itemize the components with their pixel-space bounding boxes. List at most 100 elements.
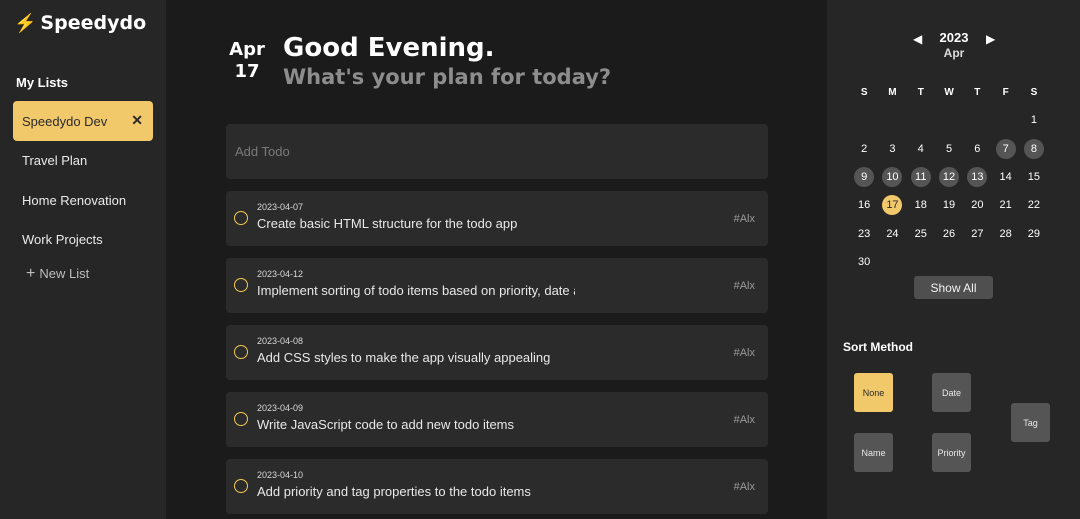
calendar-day-number: 26 bbox=[942, 227, 956, 240]
sort-tag-button[interactable]: Tag bbox=[1011, 403, 1050, 442]
weekday-label: M bbox=[888, 86, 897, 98]
calendar-day-number: 20 bbox=[971, 199, 984, 212]
todo-item[interactable]: 2023-04-08 Add CSS styles to make the ap… bbox=[226, 325, 768, 380]
calendar-day-number: 10 bbox=[882, 167, 903, 188]
calendar-day-number: 1 bbox=[1030, 114, 1037, 127]
calendar-day[interactable]: 18 bbox=[907, 191, 935, 219]
greeting: Good Evening. What's your plan for today… bbox=[283, 33, 611, 91]
todo-tag: #Alx bbox=[733, 481, 755, 493]
todo-tag: #Alx bbox=[733, 280, 755, 292]
calendar-day[interactable]: 3 bbox=[878, 135, 906, 163]
calendar-day[interactable]: 22 bbox=[1020, 191, 1048, 219]
calendar-day-number: 9 bbox=[854, 167, 875, 188]
calendar-day[interactable]: 4 bbox=[907, 135, 935, 163]
sidebar-item-work-projects[interactable]: Work Projects bbox=[13, 219, 153, 259]
calendar-day[interactable]: 13 bbox=[963, 163, 991, 191]
todo-date: 2023-04-08 bbox=[257, 336, 304, 346]
calendar-day-number: 7 bbox=[995, 138, 1016, 159]
todo-item[interactable]: 2023-04-10 Add priority and tag properti… bbox=[226, 459, 768, 514]
calendar-day[interactable]: 7 bbox=[991, 135, 1019, 163]
add-todo-input[interactable] bbox=[226, 124, 768, 179]
sidebar-item-label: Travel Plan bbox=[22, 152, 88, 168]
checkbox-circle-icon[interactable] bbox=[234, 412, 248, 426]
calendar-day[interactable]: 30 bbox=[850, 248, 878, 276]
sort-none-button[interactable]: None bbox=[854, 373, 893, 412]
todo-text: Implement sorting of todo items based on… bbox=[257, 283, 575, 298]
calendar-day-today[interactable]: 17 bbox=[878, 191, 906, 219]
calendar-day-number: 4 bbox=[917, 142, 924, 155]
calendar-empty-cell bbox=[1020, 248, 1048, 276]
calendar-day[interactable]: 10 bbox=[878, 163, 906, 191]
calendar-day[interactable]: 2 bbox=[850, 135, 878, 163]
checkbox-circle-icon[interactable] bbox=[234, 211, 248, 225]
show-all-button[interactable]: Show All bbox=[914, 276, 993, 299]
new-list-label: New List bbox=[39, 266, 90, 281]
calendar-day[interactable]: 8 bbox=[1020, 135, 1048, 163]
new-list-button[interactable]: + New List bbox=[26, 265, 90, 281]
calendar-day-number: 21 bbox=[999, 199, 1012, 212]
calendar-day[interactable]: 9 bbox=[850, 163, 878, 191]
checkbox-circle-icon[interactable] bbox=[234, 479, 248, 493]
calendar-day[interactable]: 19 bbox=[935, 191, 963, 219]
sort-date-button[interactable]: Date bbox=[932, 373, 971, 412]
calendar-day[interactable]: 15 bbox=[1020, 163, 1048, 191]
lightning-icon: ⚡ bbox=[14, 13, 37, 33]
todo-date: 2023-04-07 bbox=[257, 202, 304, 212]
calendar-day[interactable]: 28 bbox=[991, 219, 1019, 247]
date-day: 17 bbox=[234, 61, 260, 82]
calendar-day[interactable]: 26 bbox=[935, 219, 963, 247]
close-icon[interactable]: ✕ bbox=[131, 112, 143, 129]
weekday-label: S bbox=[1030, 86, 1038, 98]
calendar-day-number: 12 bbox=[939, 167, 960, 188]
calendar-month: Apr bbox=[943, 46, 965, 60]
sidebar-item-travel-plan[interactable]: Travel Plan bbox=[13, 140, 153, 180]
calendar-empty-cell bbox=[963, 106, 991, 134]
sidebar-item-home-renovation[interactable]: Home Renovation bbox=[13, 180, 153, 220]
calendar-day[interactable]: 5 bbox=[935, 135, 963, 163]
calendar-empty-cell bbox=[991, 248, 1019, 276]
calendar-day-number: 5 bbox=[945, 142, 953, 155]
calendar-empty-cell bbox=[907, 248, 935, 276]
calendar-day[interactable]: 21 bbox=[991, 191, 1019, 219]
calendar-day[interactable]: 25 bbox=[907, 219, 935, 247]
sidebar-item-speedydo-dev[interactable]: Speedydo Dev ✕ bbox=[13, 101, 153, 141]
calendar-day-number: 29 bbox=[1027, 227, 1041, 240]
todo-item[interactable]: 2023-04-07 Create basic HTML structure f… bbox=[226, 191, 768, 246]
sort-priority-button[interactable]: Priority bbox=[932, 433, 971, 472]
calendar-day[interactable]: 20 bbox=[963, 191, 991, 219]
calendar-day[interactable]: 29 bbox=[1020, 219, 1048, 247]
current-date: Apr 17 bbox=[228, 40, 266, 84]
calendar-day-number: 27 bbox=[971, 227, 984, 240]
calendar-day[interactable]: 11 bbox=[907, 163, 935, 191]
todo-item[interactable]: 2023-04-09 Write JavaScript code to add … bbox=[226, 392, 768, 447]
calendar-day[interactable]: 27 bbox=[963, 219, 991, 247]
prev-month-icon[interactable]: ◀ bbox=[913, 32, 922, 46]
todo-date: 2023-04-10 bbox=[257, 470, 304, 480]
calendar-day-number: 13 bbox=[967, 167, 988, 188]
checkbox-circle-icon[interactable] bbox=[234, 278, 248, 292]
sort-method-heading: Sort Method bbox=[843, 340, 913, 354]
calendar-day[interactable]: 16 bbox=[850, 191, 878, 219]
todo-text: Add CSS styles to make the app visually … bbox=[257, 350, 551, 365]
sort-name-button[interactable]: Name bbox=[854, 433, 893, 472]
todo-item[interactable]: 2023-04-12 Implement sorting of todo ite… bbox=[226, 258, 768, 313]
calendar-day[interactable]: 6 bbox=[963, 135, 991, 163]
calendar-day-number: 8 bbox=[1023, 138, 1044, 159]
checkbox-circle-icon[interactable] bbox=[234, 345, 248, 359]
calendar-day-number: 19 bbox=[942, 199, 956, 212]
todo-tag: #Alx bbox=[733, 347, 755, 359]
calendar-day[interactable]: 12 bbox=[935, 163, 963, 191]
calendar-day-number: 25 bbox=[914, 227, 927, 240]
calendar-grid: S M T W T F S 1 2 3 4 5 6 7 8 9 10 11 12 13 14 15 16 17 18 19 20 21… bbox=[850, 78, 1048, 276]
weekday-label: T bbox=[974, 86, 981, 98]
calendar-day[interactable]: 23 bbox=[850, 219, 878, 247]
next-month-icon[interactable]: ▶ bbox=[986, 32, 995, 46]
calendar-empty-cell bbox=[850, 106, 878, 134]
date-month: Apr bbox=[229, 39, 265, 60]
calendar-day[interactable]: 1 bbox=[1020, 106, 1048, 134]
calendar-day[interactable]: 14 bbox=[991, 163, 1019, 191]
sidebar-item-label: Speedydo Dev bbox=[22, 113, 108, 129]
sidebar-item-label: Home Renovation bbox=[22, 192, 127, 208]
calendar-day[interactable]: 24 bbox=[878, 219, 906, 247]
weekday-label: S bbox=[860, 86, 868, 98]
